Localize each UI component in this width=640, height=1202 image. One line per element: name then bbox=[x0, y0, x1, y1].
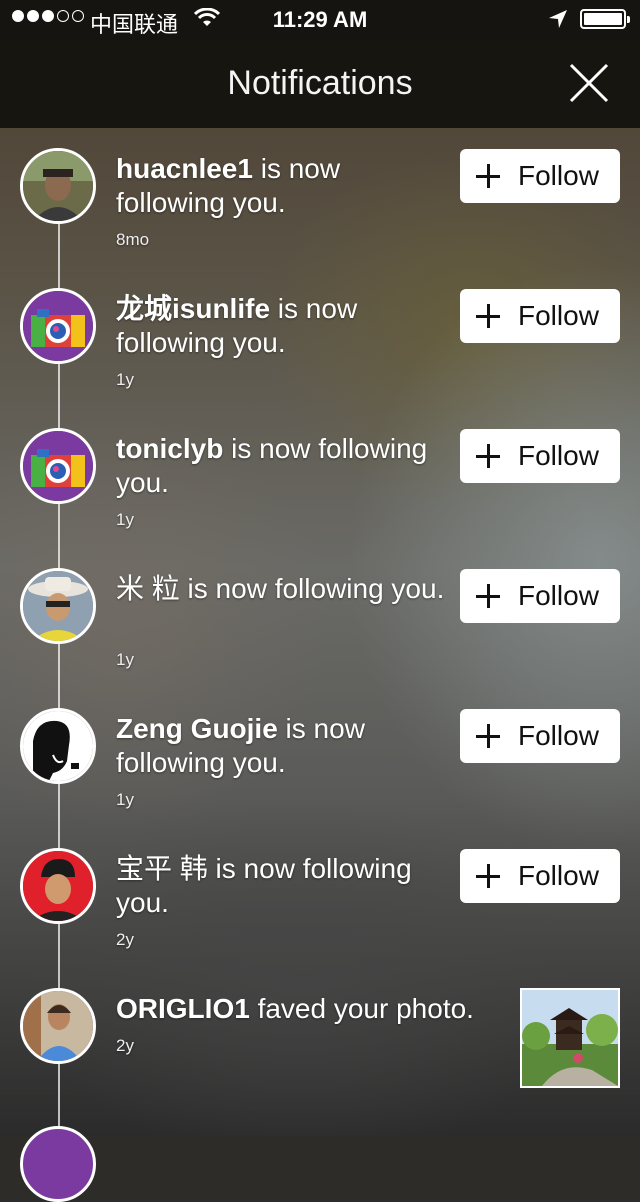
username-link[interactable]: huacnlee1 bbox=[116, 153, 253, 184]
avatar[interactable] bbox=[20, 1126, 96, 1202]
follow-button[interactable]: Follow bbox=[460, 289, 620, 343]
username-link[interactable]: 米 粒 bbox=[116, 573, 180, 604]
battery-icon bbox=[580, 9, 630, 29]
plus-icon bbox=[476, 724, 500, 748]
nav-bar: Notifications bbox=[0, 40, 640, 128]
time-ago: 2y bbox=[116, 930, 134, 949]
username-link[interactable]: ORIGLIO1 bbox=[116, 993, 250, 1024]
notification-item: 米 粒 is now following you. 1y Follow bbox=[0, 550, 640, 690]
notification-item: ORIGLIO1 faved your photo. 2y bbox=[0, 970, 640, 1110]
plus-icon bbox=[476, 304, 500, 328]
time-ago: 1y bbox=[116, 510, 134, 529]
notification-item: 宝平 韩 is now following you. 2y Follow bbox=[0, 830, 640, 970]
page-title: Notifications bbox=[227, 64, 413, 102]
time-ago: 1y bbox=[116, 650, 134, 669]
notification-item: Zeng Guojie is now following you. 1y Fol… bbox=[0, 690, 640, 830]
avatar[interactable] bbox=[20, 568, 96, 644]
follow-label: Follow bbox=[518, 300, 599, 331]
follow-label: Follow bbox=[518, 860, 599, 891]
username-link[interactable]: Zeng Guojie bbox=[116, 713, 278, 744]
follow-button[interactable]: Follow bbox=[460, 429, 620, 483]
notification-text: 米 粒 is now following you. bbox=[116, 572, 446, 606]
status-bar: 中国联通 11:29 AM bbox=[0, 0, 640, 40]
username-link[interactable]: toniclyb bbox=[116, 433, 223, 464]
avatar[interactable] bbox=[20, 988, 96, 1064]
avatar[interactable] bbox=[20, 708, 96, 784]
notification-item: huacnlee1 is now following you. 8mo Foll… bbox=[0, 130, 640, 270]
time-ago: 1y bbox=[116, 790, 134, 809]
action-text: faved your photo. bbox=[249, 993, 474, 1024]
notification-text: huacnlee1 is now following you. bbox=[116, 152, 446, 220]
plus-icon bbox=[476, 444, 500, 468]
follow-button[interactable]: Follow bbox=[460, 149, 620, 203]
avatar[interactable] bbox=[20, 148, 96, 224]
plus-icon bbox=[476, 584, 500, 608]
time-ago: 2y bbox=[116, 1036, 134, 1055]
plus-icon bbox=[476, 864, 500, 888]
action-text: is now following you. bbox=[179, 573, 445, 604]
notification-item: 龙城isunlife is now following you. 1y Foll… bbox=[0, 270, 640, 410]
time-ago: 8mo bbox=[116, 230, 150, 249]
notification-text: 龙城isunlife is now following you. bbox=[116, 292, 446, 360]
faved-photo-thumbnail[interactable] bbox=[520, 988, 620, 1088]
notification-text: ORIGLIO1 faved your photo. bbox=[116, 992, 506, 1026]
follow-label: Follow bbox=[518, 160, 599, 191]
follow-button[interactable]: Follow bbox=[460, 709, 620, 763]
avatar[interactable] bbox=[20, 848, 96, 924]
follow-button[interactable]: Follow bbox=[460, 569, 620, 623]
username-link[interactable]: 宝平 韩 bbox=[116, 853, 208, 884]
notification-text: Zeng Guojie is now following you. bbox=[116, 712, 446, 780]
avatar[interactable] bbox=[20, 288, 96, 364]
follow-label: Follow bbox=[518, 440, 599, 471]
plus-icon bbox=[476, 164, 500, 188]
avatar[interactable] bbox=[20, 428, 96, 504]
location-arrow-icon bbox=[549, 10, 567, 28]
status-time: 11:29 AM bbox=[272, 7, 368, 32]
close-icon[interactable] bbox=[566, 60, 612, 106]
follow-label: Follow bbox=[518, 580, 599, 611]
username-link[interactable]: 龙城isunlife bbox=[116, 293, 270, 324]
notification-item: toniclyb is now following you. 1y Follow bbox=[0, 410, 640, 550]
follow-label: Follow bbox=[518, 720, 599, 751]
notification-text: toniclyb is now following you. bbox=[116, 432, 446, 500]
notification-text: 宝平 韩 is now following you. bbox=[116, 852, 446, 920]
follow-button[interactable]: Follow bbox=[460, 849, 620, 903]
time-ago: 1y bbox=[116, 370, 134, 389]
